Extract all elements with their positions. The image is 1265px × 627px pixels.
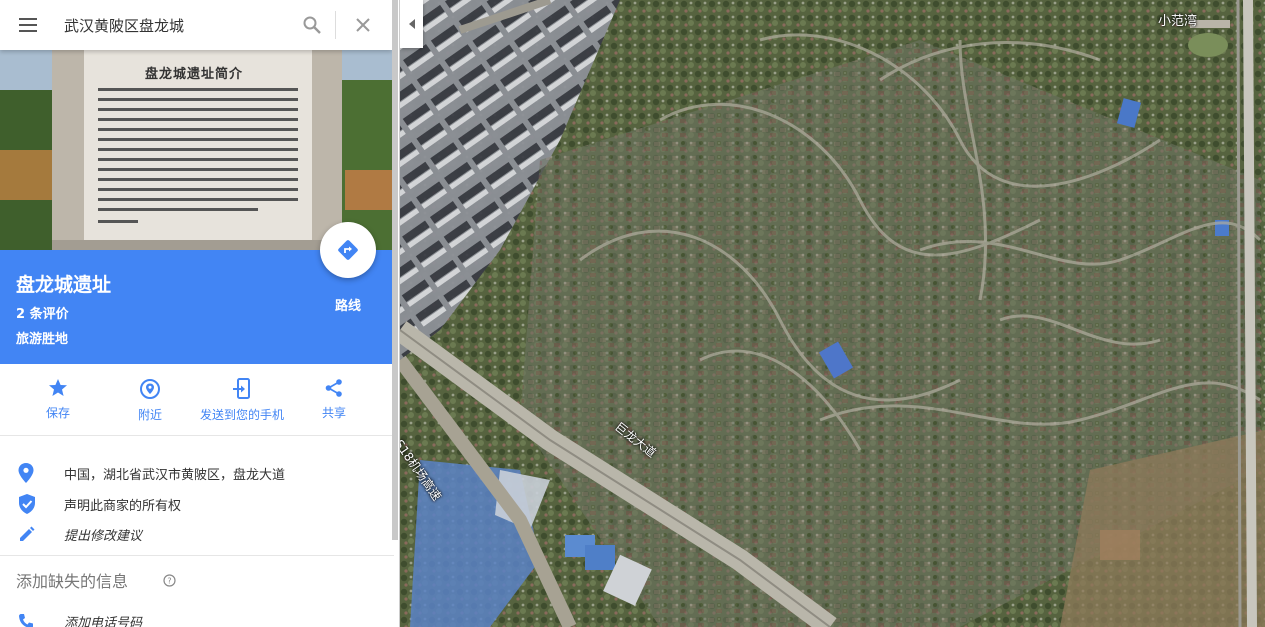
suggest-edit-text: 提出修改建议 bbox=[64, 528, 143, 544]
hamburger-menu-icon bbox=[19, 18, 37, 32]
help-button[interactable]: ? bbox=[163, 572, 176, 591]
directions-label[interactable]: 路线 bbox=[320, 295, 376, 314]
svg-text:?: ? bbox=[167, 577, 171, 586]
verified-shield-icon bbox=[19, 494, 35, 514]
panel-scrollbar[interactable] bbox=[391, 0, 399, 627]
reviews-link[interactable]: 2 条评价 bbox=[16, 303, 69, 322]
clear-search-button[interactable] bbox=[336, 0, 390, 50]
star-icon bbox=[49, 379, 67, 396]
share-label: 共享 bbox=[321, 406, 346, 420]
claim-business-text: 声明此商家的所有权 bbox=[64, 498, 182, 514]
share-button[interactable]: 共享 bbox=[300, 364, 368, 435]
collapse-panel-button[interactable] bbox=[400, 0, 423, 48]
send-to-phone-icon bbox=[233, 378, 250, 399]
place-category[interactable]: 旅游胜地 bbox=[16, 328, 68, 347]
phone-icon bbox=[19, 614, 33, 627]
action-bar: 保存 附近 发送到您的手机 共享 bbox=[0, 364, 394, 436]
side-panel: 盘龙城遗址简介 盘龙城遗址 2 条评价 旅游胜 bbox=[0, 0, 400, 627]
directions-icon bbox=[338, 240, 358, 260]
map-canvas[interactable]: 小范湾 S18机场高速 巨龙大道 bbox=[400, 0, 1265, 627]
save-button[interactable]: 保存 bbox=[0, 364, 116, 435]
nearby-button[interactable]: 附近 bbox=[116, 364, 184, 435]
suggest-edit-row[interactable]: 提出修改建议 bbox=[0, 519, 394, 549]
search-icon bbox=[303, 16, 321, 34]
directions-button[interactable] bbox=[320, 222, 376, 278]
nearby-icon bbox=[140, 379, 160, 399]
address-row[interactable]: 中国，湖北省武汉市黄陂区，盘龙大道 bbox=[0, 458, 394, 488]
place-title: 盘龙城遗址 bbox=[16, 274, 112, 296]
add-phone-text: 添加电话号码 bbox=[64, 615, 143, 627]
help-circle-icon: ? bbox=[163, 574, 176, 587]
share-icon bbox=[325, 379, 342, 397]
section-divider bbox=[0, 555, 394, 556]
pencil-icon bbox=[20, 526, 35, 541]
close-icon bbox=[356, 18, 370, 32]
add-phone-row[interactable]: 添加电话号码 bbox=[0, 606, 394, 627]
save-label: 保存 bbox=[45, 406, 70, 420]
search-button[interactable] bbox=[289, 0, 335, 50]
stele-caption: 盘龙城遗址简介 bbox=[145, 67, 244, 82]
nearby-label: 附近 bbox=[137, 408, 162, 422]
claim-business-row[interactable]: 声明此商家的所有权 bbox=[0, 489, 394, 519]
location-pin-icon bbox=[18, 463, 34, 483]
place-header: 盘龙城遗址 2 条评价 旅游胜地 路线 bbox=[0, 222, 394, 364]
map-label-town: 小范湾 bbox=[1158, 14, 1198, 29]
menu-button[interactable] bbox=[0, 0, 56, 50]
send-to-phone-label: 发送到您的手机 bbox=[199, 408, 284, 422]
chevron-left-icon bbox=[408, 19, 415, 29]
search-box bbox=[0, 0, 392, 50]
add-missing-info-heading: 添加缺失的信息 bbox=[16, 572, 129, 591]
address-text: 中国，湖北省武汉市黄陂区，盘龙大道 bbox=[64, 467, 286, 483]
search-input[interactable] bbox=[64, 10, 289, 40]
satellite-imagery bbox=[400, 0, 1265, 627]
send-to-phone-button[interactable]: 发送到您的手机 bbox=[184, 364, 300, 435]
scrollbar-thumb[interactable] bbox=[392, 0, 398, 540]
